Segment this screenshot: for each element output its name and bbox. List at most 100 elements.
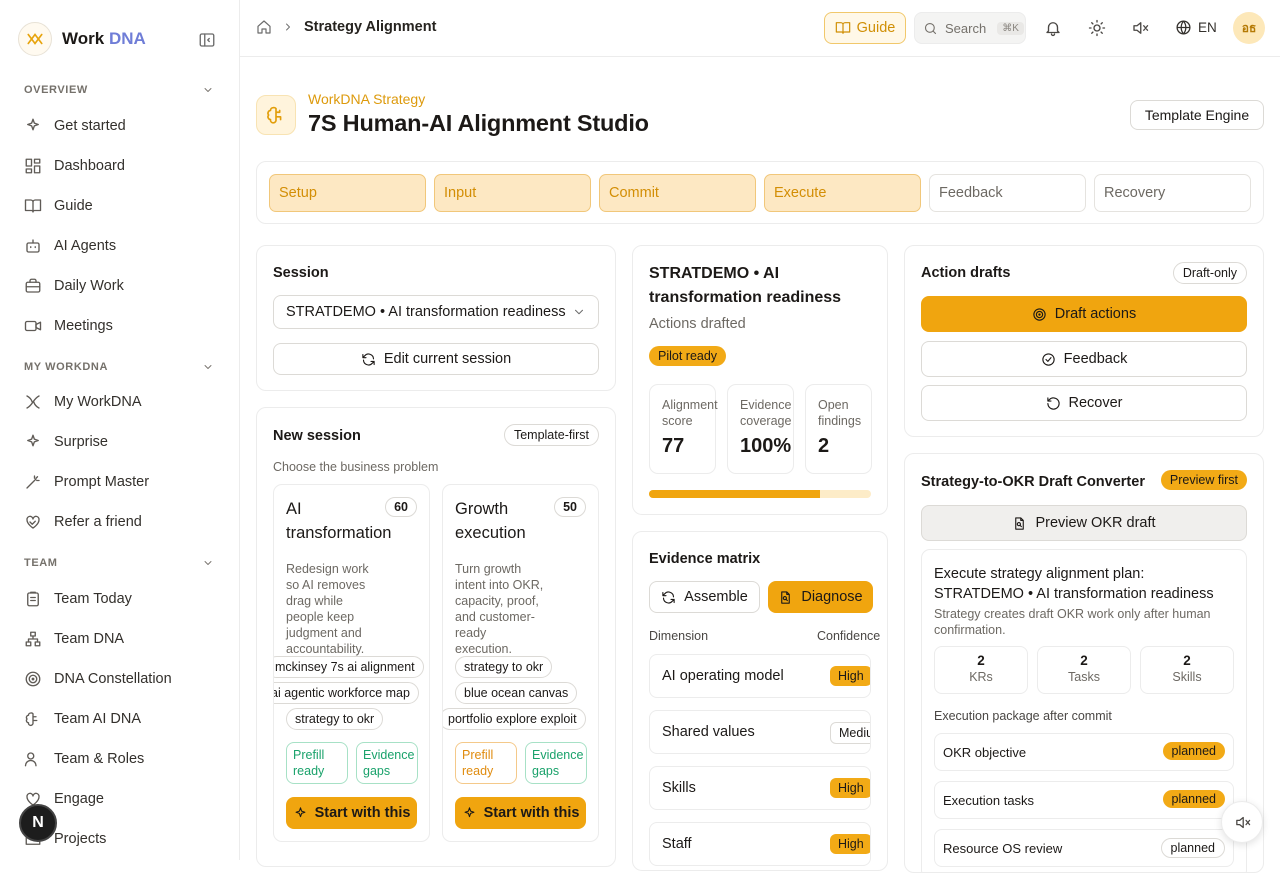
sidebar-item-team-roles[interactable]: Team & Roles — [24, 750, 144, 768]
confidence-badge: Medium — [830, 722, 870, 744]
feedback-label: Feedback — [1063, 351, 1128, 367]
sidebar-item-team-ai-dna[interactable]: Team AI DNA — [24, 710, 141, 728]
option-tag[interactable]: ai agentic workforce map — [274, 682, 419, 704]
sidebar-item-label: Team Today — [54, 591, 132, 607]
refresh-icon — [362, 353, 375, 365]
option-tag[interactable]: strategy to okr — [455, 656, 553, 678]
heart-handshake-icon — [26, 515, 40, 529]
option-growth-execution[interactable]: Growth execution 50 Turn growth intent i… — [442, 484, 599, 842]
start-with-this-button[interactable]: Start with this — [455, 797, 586, 829]
sidebar-item-refer[interactable]: Refer a friend — [24, 513, 142, 531]
sidebar-collapse-icon[interactable] — [198, 31, 216, 49]
section-label: TEAM — [24, 557, 58, 569]
draft-actions-label: Draft actions — [1054, 306, 1137, 322]
start-with-this-button[interactable]: Start with this — [286, 797, 417, 829]
matrix-row[interactable]: Shared values Medium — [649, 710, 871, 754]
sidebar-item-guide[interactable]: Guide — [24, 197, 93, 215]
sparkles-icon — [27, 118, 39, 131]
section-my-workdna[interactable]: MY WORKDNA — [24, 361, 214, 373]
diagnose-button[interactable]: Diagnose — [768, 581, 873, 613]
option-tag[interactable]: mckinsey 7s ai alignment — [274, 656, 424, 678]
template-engine-button[interactable]: Template Engine — [1130, 100, 1264, 130]
action-drafts-title: Action drafts — [921, 265, 1011, 281]
sidebar-item-team-dna[interactable]: Team DNA — [24, 630, 124, 648]
option-tag[interactable]: blue ocean canvas — [455, 682, 578, 704]
action-drafts-card: Action drafts Draft-only Draft actions F… — [904, 245, 1264, 437]
count-tasks: 2 Tasks — [1037, 646, 1131, 694]
preview-okr-button[interactable]: Preview OKR draft — [921, 505, 1247, 541]
package-item[interactable]: OKR objective planned — [934, 733, 1234, 771]
network-icon — [25, 631, 41, 647]
sidebar-item-dashboard[interactable]: Dashboard — [24, 157, 125, 175]
home-icon[interactable] — [256, 19, 272, 35]
session-title: Session — [273, 265, 329, 281]
search-placeholder: Search — [945, 20, 987, 36]
summary-title: STRATDEMO • AI transformation readiness — [649, 265, 842, 306]
step-commit[interactable]: Commit — [599, 174, 756, 212]
section-overview[interactable]: OVERVIEW — [24, 84, 214, 96]
guide-button[interactable]: Guide — [824, 12, 906, 44]
option-ai-transformation[interactable]: AI transformation 60 Redesign work so AI… — [273, 484, 430, 842]
session-card: Session STRATDEMO • AI transformation re… — [256, 245, 616, 391]
package-item[interactable]: Execution tasks planned — [934, 781, 1234, 819]
package-label: Execution package after commit — [934, 709, 1112, 723]
sidebar-item-team-today[interactable]: Team Today — [24, 590, 132, 608]
count-value: 2 — [1080, 653, 1088, 668]
sidebar-item-label: Team AI DNA — [54, 711, 142, 727]
section-team[interactable]: TEAM — [24, 557, 214, 569]
okr-title: Strategy-to-OKR Draft Converter — [921, 474, 1145, 490]
chevron-down-icon — [204, 365, 212, 369]
stat-label: Evidence coverage — [740, 398, 792, 428]
confidence-badge: High — [830, 778, 870, 798]
user-avatar-top[interactable]: อธ — [1233, 12, 1265, 44]
row-dimension: Skills — [662, 780, 696, 796]
start-label: Start with this — [483, 805, 580, 821]
sun-icon[interactable] — [1088, 19, 1106, 37]
refresh-icon — [662, 591, 675, 603]
sidebar-item-get-started[interactable]: Get started — [24, 117, 126, 135]
search-input[interactable]: Search ⌘K — [914, 12, 1026, 44]
option-tag[interactable]: portfolio explore exploit — [443, 708, 586, 730]
step-feedback[interactable]: Feedback — [929, 174, 1086, 212]
sidebar-item-dna-constellation[interactable]: DNA Constellation — [24, 670, 172, 688]
matrix-row[interactable]: AI operating model High — [649, 654, 871, 698]
sidebar-item-meetings[interactable]: Meetings — [24, 317, 113, 335]
column-confidence: Confidence — [817, 629, 881, 643]
feedback-button[interactable]: Feedback — [921, 341, 1247, 377]
alignment-progress-fill — [649, 490, 820, 498]
step-execute[interactable]: Execute — [764, 174, 921, 212]
chevron-right-icon — [286, 23, 290, 31]
count-krs: 2 KRs — [934, 646, 1028, 694]
edit-session-button[interactable]: Edit current session — [273, 343, 599, 375]
sidebar-item-surprise[interactable]: Surprise — [24, 433, 108, 451]
sidebar-item-my-workdna[interactable]: My WorkDNA — [24, 393, 142, 411]
count-value: 2 — [1183, 653, 1191, 668]
brand[interactable]: Work DNA — [18, 22, 146, 56]
brand-accent: DNA — [108, 29, 146, 48]
search-icon — [924, 22, 937, 34]
step-recovery[interactable]: Recovery — [1094, 174, 1251, 212]
bell-icon[interactable] — [1044, 19, 1062, 37]
session-select[interactable]: STRATDEMO • AI transformation readiness — [273, 295, 599, 329]
floating-mute-button[interactable] — [1221, 801, 1263, 843]
edit-session-label: Edit current session — [383, 351, 512, 367]
sidebar-item-label: Get started — [54, 118, 126, 134]
user-avatar[interactable]: N — [19, 804, 57, 842]
count-skills: 2 Skills — [1140, 646, 1234, 694]
sidebar-item-ai-agents[interactable]: AI Agents — [24, 237, 116, 255]
recover-button[interactable]: Recover — [921, 385, 1247, 421]
step-input[interactable]: Input — [434, 174, 591, 212]
matrix-row[interactable]: Staff High — [649, 822, 871, 866]
book-icon — [24, 199, 42, 213]
option-tag[interactable]: strategy to okr — [286, 708, 384, 730]
sidebar-item-prompt-master[interactable]: Prompt Master — [24, 473, 149, 491]
language-switcher[interactable]: EN — [1175, 19, 1217, 36]
evidence-title: Evidence matrix — [649, 551, 761, 567]
package-item[interactable]: Resource OS review planned — [934, 829, 1234, 867]
mute-icon[interactable] — [1131, 19, 1149, 37]
assemble-button[interactable]: Assemble — [649, 581, 760, 613]
sidebar-item-daily-work[interactable]: Daily Work — [24, 277, 124, 295]
draft-actions-button[interactable]: Draft actions — [921, 296, 1247, 332]
step-setup[interactable]: Setup — [269, 174, 426, 212]
matrix-row[interactable]: Skills High — [649, 766, 871, 810]
